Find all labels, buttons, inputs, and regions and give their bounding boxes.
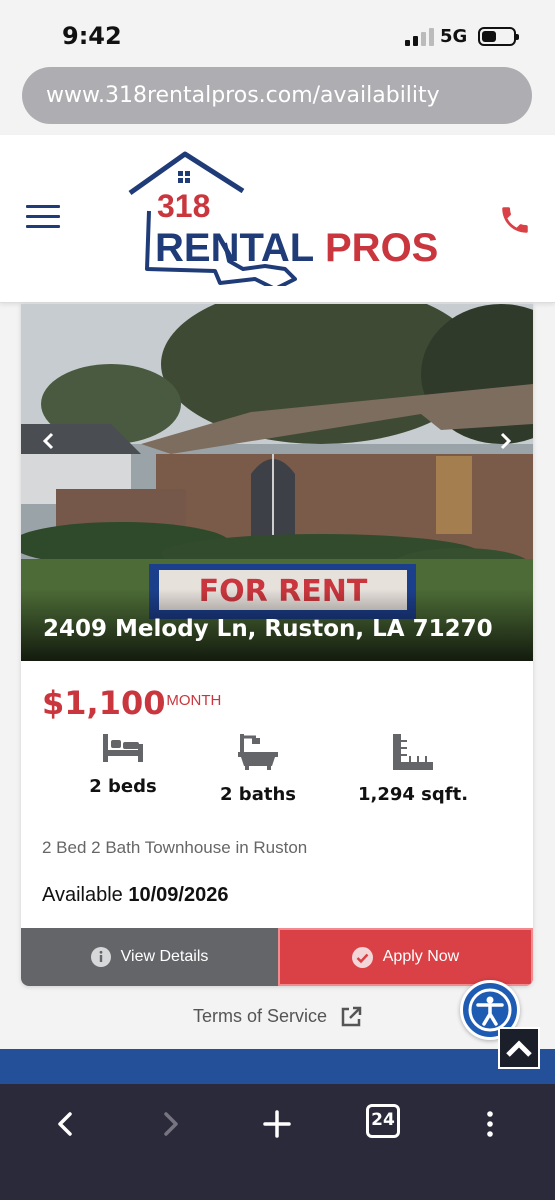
apply-now-label: Apply Now (382, 948, 460, 965)
tab-count-button[interactable]: 24 (366, 1104, 400, 1138)
view-details-label: View Details (120, 948, 209, 965)
signal-icon (405, 28, 434, 46)
listing-card: FOR RENT 2409 Melody Ln, Ruston, LA 7127… (21, 304, 533, 986)
rent-price: $1,100 (42, 684, 166, 722)
beds-count: 2 beds (89, 776, 157, 797)
beds-feature: 2 beds (58, 734, 188, 797)
scroll-to-top-button[interactable] (498, 1027, 540, 1069)
footer-band (0, 1049, 555, 1084)
prev-photo-arrow-icon[interactable] (37, 429, 61, 453)
check-circle-icon (351, 946, 373, 968)
info-icon (90, 947, 111, 967)
plus-icon[interactable] (259, 1106, 295, 1142)
bed-icon (103, 734, 143, 762)
battery-icon (478, 27, 519, 46)
listing-description: 2 Bed 2 Bath Townhouse in Ruston (42, 838, 308, 857)
baths-feature: 2 baths (193, 734, 323, 805)
back-icon[interactable] (48, 1106, 84, 1142)
view-details-button[interactable]: View Details (21, 928, 278, 986)
url-text[interactable]: www.318rentalpros.com/availability (46, 83, 440, 108)
status-bar: 9:42 5G (0, 0, 555, 62)
logo-number: 318 (157, 188, 210, 224)
more-icon[interactable] (472, 1106, 508, 1142)
external-link-icon[interactable] (340, 1006, 362, 1028)
logo-pros: PROS (325, 226, 438, 270)
next-photo-arrow-icon[interactable] (493, 429, 517, 453)
site-logo[interactable]: 318 RENTAL PROS (125, 151, 440, 286)
property-photo[interactable]: FOR RENT 2409 Melody Ln, Ruston, LA 7127… (21, 304, 533, 661)
browser-toolbar: 24 (0, 1084, 555, 1200)
property-address: 2409 Melody Ln, Ruston, LA 71270 (43, 616, 493, 642)
network-label: 5G (440, 26, 468, 47)
logo-rental: RENTAL (155, 226, 314, 270)
apply-now-button[interactable]: Apply Now (278, 928, 533, 986)
sqft-feature: 1,294 sqft. (348, 734, 478, 805)
forward-icon[interactable] (152, 1106, 188, 1142)
terms-of-service-link[interactable]: Terms of Service (193, 1006, 327, 1027)
available-label: Available (42, 884, 123, 906)
baths-count: 2 baths (220, 784, 296, 805)
price-period: / MONTH (158, 692, 222, 709)
status-time: 9:42 (62, 22, 122, 50)
bath-icon (238, 734, 278, 770)
sqft-value: 1,294 sqft. (357, 784, 469, 805)
availability: Available 10/09/2026 (42, 884, 228, 907)
available-date: 10/09/2026 (128, 884, 229, 906)
site-header: 318 RENTAL PROS (0, 135, 555, 303)
phone-icon[interactable] (498, 203, 532, 237)
url-bar[interactable]: www.318rentalpros.com/availability (22, 67, 532, 124)
hamburger-icon[interactable] (26, 205, 60, 229)
chevron-up-icon (506, 1040, 532, 1057)
ruler-icon (393, 734, 433, 770)
